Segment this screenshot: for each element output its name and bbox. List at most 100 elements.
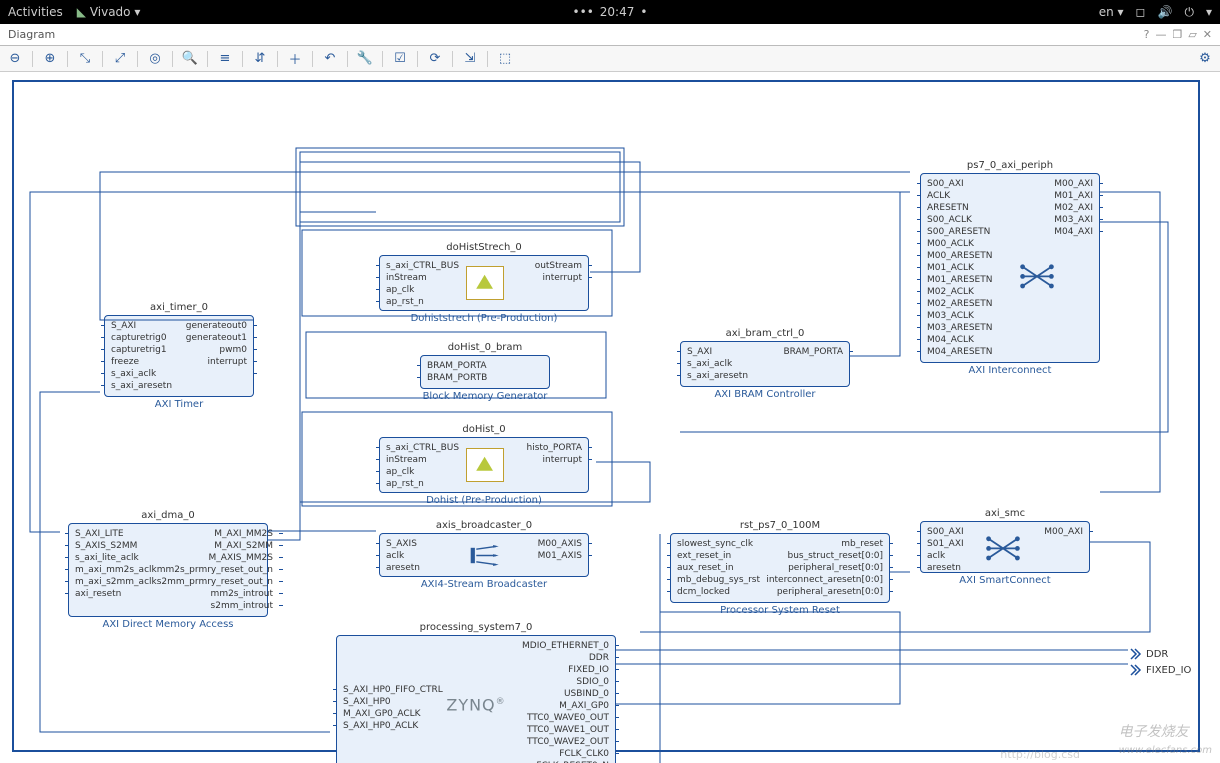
port[interactable]: generateout1 [186,332,247,344]
port[interactable]: TTC0_WAVE0_OUT [522,712,609,724]
port[interactable]: peripheral_aresetn[0:0] [766,586,883,598]
settings-button[interactable]: ⚙ [1196,50,1214,68]
port[interactable]: ACLK [927,190,992,202]
port[interactable]: axi_resetn [75,588,157,600]
port[interactable]: M01_AXI [1054,190,1093,202]
port[interactable]: M00_AXIS [538,538,582,550]
port[interactable]: DDR [522,652,609,664]
port[interactable]: mm2s_prmry_reset_out_n [157,564,273,576]
port[interactable]: BRAM_PORTA [783,346,843,358]
customize-button[interactable]: 🔧 [356,50,374,68]
port[interactable]: S_AXI_HP0_FIFO_CTRL [343,684,443,696]
port[interactable]: M01_ACLK [927,262,992,274]
pin-button[interactable]: ⬚ [496,50,514,68]
port[interactable]: ap_rst_n [386,296,459,308]
port[interactable]: M02_AXI [1054,202,1093,214]
lang-indicator[interactable]: en ▾ [1099,5,1124,19]
auto-fit-button[interactable]: ◎ [146,50,164,68]
port[interactable]: S_AXI_LITE [75,528,157,540]
port[interactable]: M00_AXI [1054,178,1093,190]
port[interactable]: M04_AXI [1054,226,1093,238]
port[interactable]: MDIO_ETHERNET_0 [522,640,609,652]
undo-button[interactable]: ↶ [321,50,339,68]
expand-button[interactable]: ⇵ [251,50,269,68]
port[interactable]: outStream [535,260,582,272]
port[interactable]: s_axi_aclk [111,368,172,380]
port[interactable]: aux_reset_in [677,562,760,574]
activities-button[interactable]: Activities [8,5,63,19]
port[interactable]: SDIO_0 [522,676,609,688]
port[interactable]: generateout0 [186,320,247,332]
port[interactable]: BRAM_PORTB [427,372,487,384]
port[interactable]: mb_reset [766,538,883,550]
port[interactable]: S_AXIS [386,538,420,550]
search-button[interactable]: 🔍 [181,50,199,68]
port[interactable]: aresetn [386,562,420,574]
port[interactable]: capturetrig1 [111,344,172,356]
block-axi-smartconnect[interactable]: axi_smc S00_AXIS01_AXIaclkaresetnM00_AXI… [920,508,1090,586]
port[interactable]: interconnect_aresetn[0:0] [766,574,883,586]
validate-button[interactable]: ☑ [391,50,409,68]
port[interactable]: mm2s_introut [157,588,273,600]
minimize-icon[interactable]: — [1155,28,1166,41]
port[interactable]: TTC0_WAVE2_OUT [522,736,609,748]
port[interactable]: M01_AXIS [538,550,582,562]
block-dohist[interactable]: doHist_0 s_axi_CTRL_BUSinStreamap_clkap_… [379,424,589,506]
port[interactable]: m_axi_mm2s_aclk [75,564,157,576]
port[interactable]: ext_reset_in [677,550,760,562]
layers-button[interactable]: ≡ [216,50,234,68]
port[interactable]: interrupt [527,454,583,466]
port[interactable]: USBIND_0 [522,688,609,700]
port[interactable]: aclk [386,550,420,562]
maximize-icon[interactable]: ▱ [1188,28,1196,41]
restore-icon[interactable]: ❐ [1172,28,1182,41]
block-axi-dma[interactable]: axi_dma_0 S_AXI_LITES_AXIS_S2MMs_axi_lit… [68,510,268,630]
port[interactable]: M03_ACLK [927,310,992,322]
power-icon[interactable]: ⏻ [1184,5,1194,20]
port[interactable]: M02_ACLK [927,286,992,298]
port[interactable]: inStream [386,454,459,466]
port[interactable]: BRAM_PORTA [427,360,487,372]
port[interactable]: M_AXI_S2MM [157,540,273,552]
app-menu[interactable]: ◣ Vivado ▾ [77,5,141,19]
port[interactable]: pwm0 [186,344,247,356]
port[interactable]: S_AXI_HP0 [343,696,443,708]
block-broadcaster[interactable]: axis_broadcaster_0 S_AXISaclkaresetnM00_… [379,520,589,590]
port[interactable]: s_axi_lite_aclk [75,552,157,564]
port[interactable]: mb_debug_sys_rst [677,574,760,586]
port[interactable]: dcm_locked [677,586,760,598]
port[interactable]: M03_ARESETN [927,322,992,334]
port[interactable]: s_axi_CTRL_BUS [386,442,459,454]
add-ip-button[interactable]: ＋ [286,50,304,68]
port[interactable]: M01_ARESETN [927,274,992,286]
port[interactable]: interrupt [535,272,582,284]
help-icon[interactable]: ? [1144,28,1150,41]
ext-port-ddr[interactable]: DDR [1130,648,1168,660]
port[interactable]: S00_ACLK [927,214,992,226]
block-proc-sys-reset[interactable]: rst_ps7_0_100M slowest_sync_clkext_reset… [670,520,890,616]
close-icon[interactable]: ✕ [1203,28,1212,41]
port[interactable]: S00_AXI [927,526,964,538]
port[interactable]: M03_AXI [1054,214,1093,226]
port[interactable]: s_axi_aresetn [687,370,748,382]
zoom-in-button[interactable]: ⊕ [41,50,59,68]
zoom-area-button[interactable]: ⤢ [111,50,129,68]
port[interactable]: s_axi_aclk [687,358,748,370]
port[interactable]: s2mm_introut [157,600,273,612]
port[interactable]: S00_AXI [927,178,992,190]
port[interactable]: M00_ACLK [927,238,992,250]
export-button[interactable]: ⇲ [461,50,479,68]
port[interactable]: histo_PORTA [527,442,583,454]
port[interactable]: FIXED_IO [522,664,609,676]
port[interactable]: m_axi_s2mm_aclk [75,576,157,588]
port[interactable]: M_AXI_GP0 [522,700,609,712]
regenerate-button[interactable]: ⟳ [426,50,444,68]
port[interactable]: s_axi_CTRL_BUS [386,260,459,272]
block-bram-ctrl[interactable]: axi_bram_ctrl_0 S_AXIs_axi_aclks_axi_are… [680,328,850,400]
port[interactable]: M02_ARESETN [927,298,992,310]
window-icon[interactable]: ◻ [1136,5,1146,19]
port[interactable]: freeze [111,356,172,368]
port[interactable]: aclk [927,550,964,562]
port[interactable]: S_AXI_HP0_ACLK [343,720,443,732]
port[interactable]: M04_ACLK [927,334,992,346]
